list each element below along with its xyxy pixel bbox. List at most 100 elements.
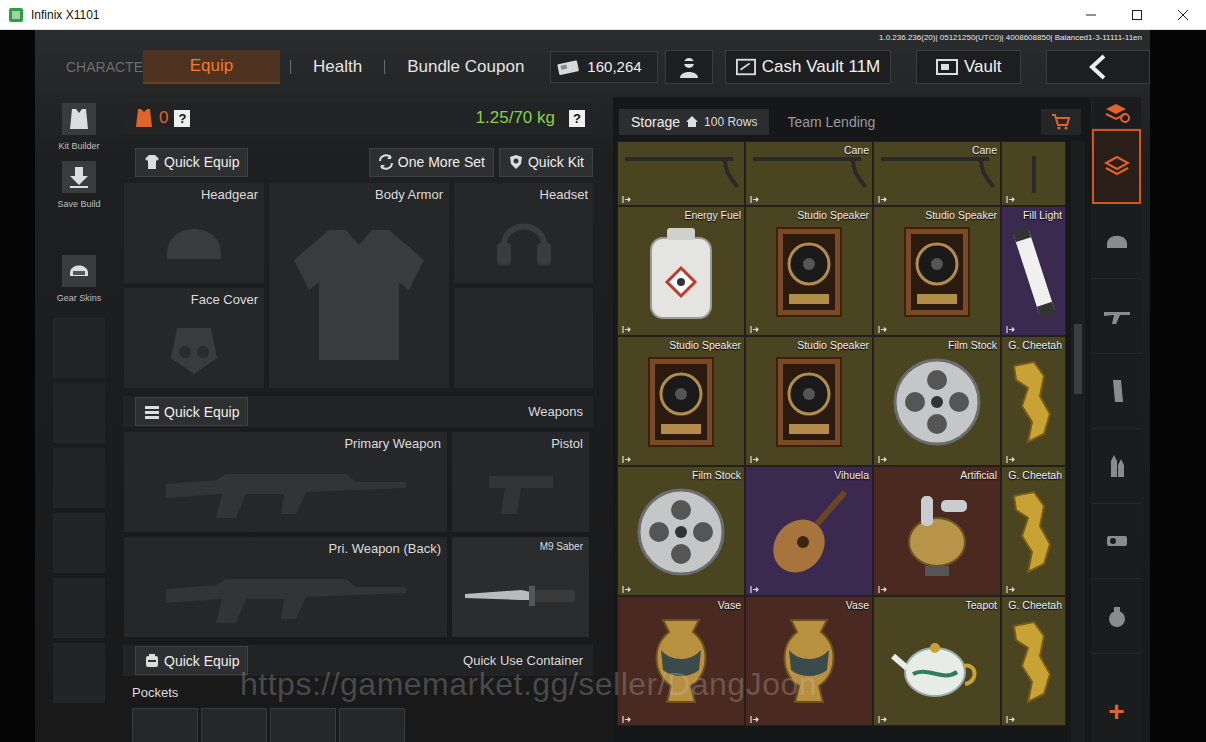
item-tile[interactable]: Film Stock [873,336,1001,466]
back-button[interactable] [1046,50,1150,84]
help-button[interactable]: ? [569,110,585,127]
trader-icon [676,54,702,80]
weight-readout: 1.25/70 kg [476,108,555,128]
slot-label: Headset [536,183,593,202]
item-art [1002,351,1065,453]
minimize-button[interactable] [1068,0,1114,29]
top-tab[interactable]: Health [301,50,374,84]
weapon-slot[interactable]: M9 Saber [452,537,589,637]
item-art [874,221,1000,323]
top-tab[interactable]: Equip [143,50,280,84]
action-button[interactable]: One More Set [369,148,494,177]
category-tab[interactable] [1092,279,1141,354]
armor-silhouette-icon [284,220,434,370]
sidebar-item[interactable]: Gear Skins [57,255,102,303]
vase-icon [759,612,859,712]
item-tile[interactable]: Studio Speaker [745,206,873,336]
trader-button[interactable] [665,50,713,84]
slot-label: Pistol [547,432,589,451]
category-tab[interactable] [1092,579,1141,654]
item-name: Fill Light [1021,207,1065,221]
gear-slot[interactable]: Face Cover [124,288,264,388]
weapon-slot[interactable]: Pistol [452,432,589,532]
storage-tab[interactable]: Storage100 Rows [619,109,769,135]
item-tile[interactable]: Vase [617,596,745,726]
top-tab[interactable]: Bundle Coupon [395,50,536,84]
sidebar-item[interactable]: Save Build [57,161,100,209]
emulator-window: Infinix X11011.0.236.236(20)| 05121250(U… [0,0,1206,742]
quick-equip-weapons-button[interactable]: Quick Equip [135,397,248,426]
item-tile[interactable]: Cane [745,141,873,206]
scroll-thumb[interactable] [1074,324,1082,394]
armor-count-icon [135,108,153,128]
item-art [746,351,872,453]
category-tab[interactable] [1092,97,1141,129]
sidebar-empty-slot [53,318,105,378]
item-tile[interactable] [617,141,745,206]
gear-slot[interactable]: Headgear [124,183,264,283]
weapon-slot[interactable]: Primary Weapon [124,432,447,532]
category-tab[interactable] [1092,129,1141,204]
item-footer [746,323,872,335]
content-area: Kit Builder Save Build Gear Skins 0? 1.25/70… [35,97,1150,742]
item-tile[interactable]: Studio Speaker [873,206,1001,336]
cart-button[interactable] [1041,109,1081,135]
action-button[interactable]: Quick Kit [499,148,593,177]
item-tile[interactable]: Film Stock [617,466,745,596]
gear-slot-empty[interactable] [454,288,593,388]
storage-tab[interactable]: Team Lending [775,109,887,135]
weapon-slot[interactable]: Pri. Weapon (Back) [124,537,447,637]
category-tab[interactable] [1092,504,1141,579]
category-tab[interactable] [1092,354,1141,429]
item-tile[interactable]: G. Cheetah [1001,336,1066,466]
item-tile[interactable]: Studio Speaker [745,336,873,466]
minimize-icon [1085,9,1097,21]
item-tile[interactable]: Artificial [873,466,1001,596]
top-button-label: Vault [964,57,1002,77]
item-tile[interactable]: Fill Light [1001,206,1066,336]
close-icon [1177,9,1189,21]
help-button[interactable]: ? [174,110,190,127]
item-tile[interactable]: G. Cheetah [1001,466,1066,596]
item-tile[interactable]: Teapot [873,596,1001,726]
pocket-slot[interactable] [132,708,198,742]
gear-slot[interactable]: Body Armor [269,183,449,388]
item-tile[interactable]: Vase [745,596,873,726]
top-button[interactable]: Cash Vault 11M [725,50,891,84]
item-tile[interactable]: Studio Speaker [617,336,745,466]
item-footer [618,583,744,595]
item-tile[interactable]: Vihuela [745,466,873,596]
vault-icon [936,57,958,77]
quick-equip-container-button[interactable]: Quick Equip [135,646,248,675]
gear-slot[interactable]: Headset [454,183,593,283]
slot-label: Primary Weapon [340,432,447,451]
maximize-button[interactable] [1114,0,1160,29]
item-art [618,481,744,583]
shield-icon [508,154,524,170]
pocket-slot[interactable] [201,708,267,742]
action-button[interactable]: Quick Equip [135,148,248,177]
item-name: Teapot [963,597,1000,611]
item-art [1002,481,1065,583]
add-button[interactable]: + [1092,694,1141,730]
sidebar-label: Save Build [57,199,100,209]
top-button[interactable]: Vault [916,50,1021,84]
item-name: Cane [842,142,872,156]
move-out-icon [750,715,759,724]
sidebar-item[interactable]: Kit Builder [58,103,99,151]
pocket-slot[interactable] [339,708,405,742]
category-tab[interactable] [1092,204,1141,279]
close-button[interactable] [1160,0,1206,29]
item-tile[interactable]: G. Cheetah [1001,596,1066,726]
item-tile[interactable]: Cane [873,141,1001,206]
cane-icon [1014,156,1054,193]
teapot-icon [887,612,987,712]
item-tile[interactable]: Energy Fuel [617,206,745,336]
move-out-icon [750,455,759,464]
armor-count: 0 [159,108,168,128]
item-tile[interactable] [1001,141,1066,206]
category-tab[interactable] [1092,429,1141,504]
bar-title: Weapons [528,404,583,419]
scrollbar[interactable] [1071,141,1085,742]
pocket-slot[interactable] [270,708,336,742]
